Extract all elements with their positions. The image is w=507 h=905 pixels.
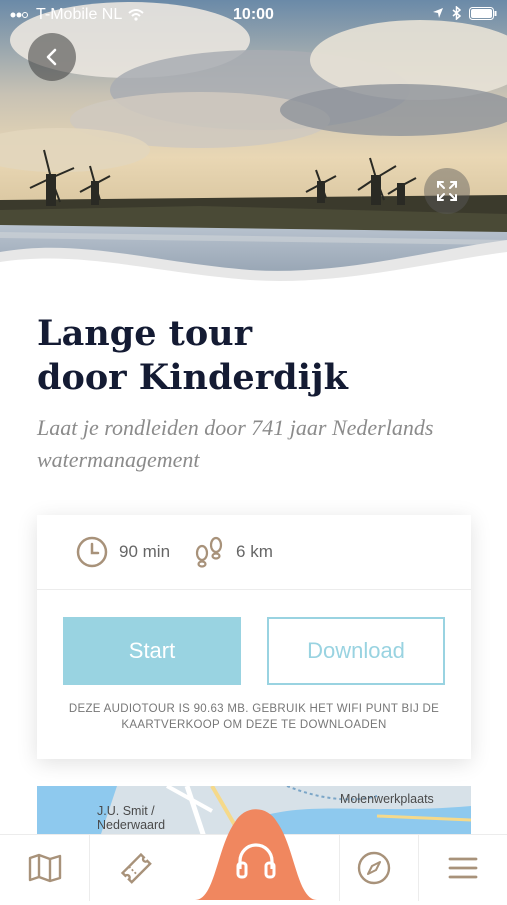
nav-tickets[interactable] [90,835,182,901]
tour-subtitle: Laat je rondleiden door 741 jaar Nederla… [37,415,434,472]
distance-stat: 6 km [192,535,273,569]
kinderdijk-landscape-photo [0,0,507,290]
map-icon [28,853,61,883]
map-label-smit: J.U. Smit / Nederwaard [97,804,165,832]
nav-map[interactable] [0,835,89,901]
expand-icon [437,181,457,201]
footsteps-icon [195,536,223,568]
back-button[interactable] [28,33,76,81]
duration-value: 90 min [119,542,171,561]
chevron-left-icon [46,48,57,66]
compass-icon [357,851,391,885]
action-buttons: Start Download [63,617,445,685]
status-right [432,6,497,20]
tour-title: Lange tour door Kinderdijk [37,312,477,400]
status-time: 10:00 [233,6,274,23]
tour-info-card: 90 min 6 km Start Download DEZE AUDIOTOU… [37,515,471,759]
duration-stat: 90 min [75,535,170,569]
map-label-smit-line-1: J.U. Smit / [97,804,155,818]
distance-value: 6 km [236,542,273,561]
audio-tour-button[interactable] [195,797,317,900]
expand-image-button[interactable] [424,168,470,214]
tour-title-line-2: door Kinderdijk [37,357,348,398]
download-button[interactable]: Download [267,617,445,685]
status-bar: T-Mobile NL 10:00 [0,0,507,30]
audio-button-shape [195,809,317,900]
hero-image: T-Mobile NL 10:00 [0,0,507,290]
start-button[interactable]: Start [63,617,241,685]
ticket-icon [120,852,152,884]
battery-icon [469,6,497,20]
nav-menu[interactable] [419,835,507,901]
bluetooth-icon [452,6,461,20]
nav-explore[interactable] [330,835,418,901]
tour-title-line-1: Lange tour [37,313,253,354]
clock-icon [76,536,108,568]
menu-icon [448,857,478,879]
tour-stats: 90 min 6 km [37,515,471,590]
map-label-smit-line-2: Nederwaard [97,818,166,832]
download-notice: DEZE AUDIOTOUR IS 90.63 MB. GEBRUIK HET … [68,703,440,731]
location-arrow-icon [433,8,443,18]
map-label-molenwerkplaats: Molenwerkplaats [340,792,434,806]
